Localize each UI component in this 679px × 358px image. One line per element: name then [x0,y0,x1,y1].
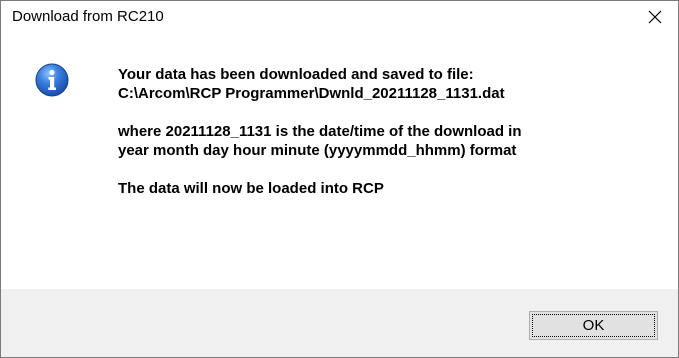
info-icon [35,63,69,97]
message-line-format: year month day hour minute (yyyymmdd_hhm… [118,142,517,159]
message-file-path: C:\Arcom\RCP Programmer\Dwnld_20211128_1… [118,85,505,102]
close-button[interactable] [632,1,678,32]
ok-button[interactable]: OK [529,311,658,340]
close-icon [648,10,662,23]
message-line-datetime: where 20211128_1131 is the date/time of … [118,123,522,140]
message-spacer [118,103,666,122]
message-spacer [118,160,666,179]
message-text: Your data has been downloaded and saved … [118,65,666,198]
message-line-saved: Your data has been downloaded and saved … [118,66,474,83]
ok-button-label: OK [532,314,655,337]
window-title: Download from RC210 [12,8,164,25]
title-bar[interactable]: Download from RC210 [1,1,678,32]
message-dialog: Download from RC210 Your data has been d… [0,0,679,358]
message-line-loading: The data will now be loaded into RCP [118,180,384,197]
